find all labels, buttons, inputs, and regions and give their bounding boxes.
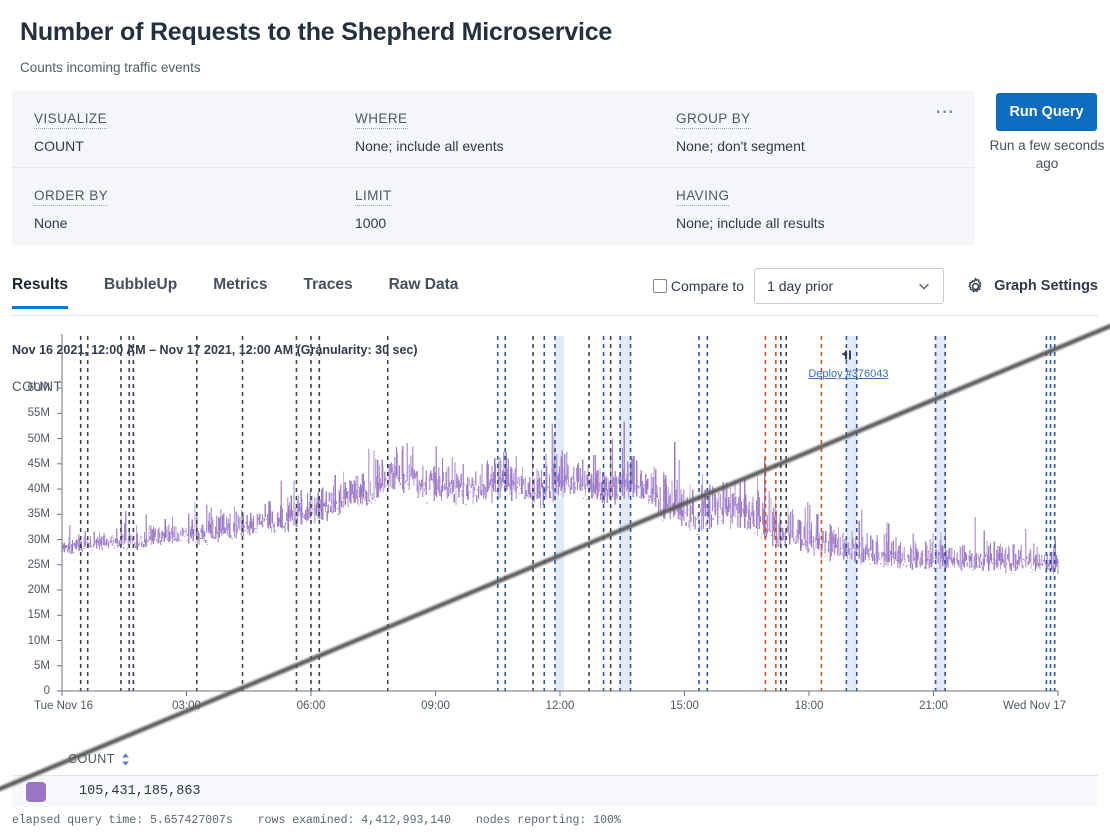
count-chart[interactable]: 0 5M 10M 15M 20M 25M 30M 35M 40M 45M 50M 55M 60M Tue…: [0, 330, 1110, 720]
chart-canvas[interactable]: [0, 330, 1110, 720]
query-row-top: VISUALIZE COUNT WHERE None; include all …: [12, 91, 975, 168]
deploy-pin-icon[interactable]: [841, 348, 855, 358]
x-axis-tick-label: 15:00: [670, 700, 699, 712]
compare-to-checkbox[interactable]: [653, 279, 667, 293]
order-by-value[interactable]: None: [34, 215, 333, 231]
y-axis-tick-label: 60M: [6, 382, 50, 394]
graph-settings-button[interactable]: Graph Settings: [966, 277, 1098, 296]
x-axis-tick-label: Wed Nov 17: [1003, 700, 1066, 712]
tab-bubbleup[interactable]: BubbleUp: [104, 276, 177, 309]
tab-metrics[interactable]: Metrics: [213, 276, 267, 309]
rows-examined: rows examined: 4,412,993,140: [258, 814, 451, 827]
query-cell-order-by: ORDER BY None: [12, 168, 333, 245]
limit-label[interactable]: LIMIT: [355, 188, 392, 206]
legend-column-label: COUNT: [68, 752, 115, 766]
chevron-down-icon: [917, 279, 931, 293]
y-axis-tick-label: 15M: [6, 609, 50, 621]
x-axis-tick-label: Tue Nov 16: [34, 700, 93, 712]
where-label[interactable]: WHERE: [355, 111, 408, 129]
query-footer-stats: elapsed query time: 5.657427007s rows ex…: [12, 814, 639, 827]
sort-arrows-icon: [121, 753, 130, 766]
x-axis-tick-label: 06:00: [297, 700, 326, 712]
y-axis-tick-label: 20M: [6, 584, 50, 596]
x-axis-tick-label: 21:00: [919, 700, 948, 712]
legend-row[interactable]: 105,431,185,863: [12, 776, 1098, 807]
elapsed-query-time: elapsed query time: 5.657427007s: [12, 814, 233, 827]
group-by-value[interactable]: None; don't segment: [676, 138, 975, 154]
legend-count-value: 105,431,185,863: [79, 784, 201, 799]
query-cell-where: WHERE None; include all events: [333, 91, 654, 167]
y-axis-tick-label: 35M: [6, 508, 50, 520]
graph-settings-label: Graph Settings: [994, 278, 1098, 294]
legend-color-swatch: [26, 782, 46, 802]
query-cell-limit: LIMIT 1000: [333, 168, 654, 245]
having-value[interactable]: None; include all results: [676, 215, 975, 231]
having-label[interactable]: HAVING: [676, 188, 729, 206]
query-builder-panel: ⋯ VISUALIZE COUNT WHERE None; include al…: [12, 91, 975, 245]
run-query-timestamp: Run a few seconds ago: [986, 137, 1108, 173]
group-by-label[interactable]: GROUP BY: [676, 111, 751, 129]
compare-period-value: 1 day prior: [767, 278, 833, 294]
page-subtitle: Counts incoming traffic events: [20, 60, 201, 75]
y-axis-tick-label: 5M: [6, 660, 50, 672]
query-cell-having: HAVING None; include all results: [654, 168, 975, 245]
tab-results[interactable]: Results: [12, 276, 68, 309]
y-axis-tick-label: 0: [6, 685, 50, 697]
compare-to-label: Compare to: [671, 278, 744, 294]
visualize-value[interactable]: COUNT: [34, 138, 333, 154]
compare-period-select[interactable]: 1 day prior: [754, 268, 944, 304]
query-row-bottom: ORDER BY None LIMIT 1000 HAVING None; in…: [12, 168, 975, 245]
y-axis-tick-label: 30M: [6, 534, 50, 546]
y-axis-tick-label: 50M: [6, 433, 50, 445]
order-by-label[interactable]: ORDER BY: [34, 188, 108, 206]
y-axis-tick-label: 25M: [6, 559, 50, 571]
deploy-annotation-link[interactable]: Deploy #376043: [808, 368, 888, 380]
query-cell-group-by: GROUP BY None; don't segment: [654, 91, 975, 167]
tab-traces[interactable]: Traces: [303, 276, 352, 309]
where-value[interactable]: None; include all events: [355, 138, 654, 154]
gear-icon: [966, 277, 985, 296]
y-axis-tick-label: 40M: [6, 483, 50, 495]
y-axis-tick-label: 45M: [6, 458, 50, 470]
y-axis-tick-label: 55M: [6, 407, 50, 419]
graph-controls: Compare to 1 day prior Graph Settings: [653, 268, 1098, 304]
nodes-reporting: nodes reporting: 100%: [476, 814, 621, 827]
x-axis-tick-label: 18:00: [795, 700, 824, 712]
x-axis-tick-label: 03:00: [172, 700, 201, 712]
results-tabs-bar: Results BubbleUp Metrics Traces Raw Data…: [12, 276, 1098, 316]
visualize-label[interactable]: VISUALIZE: [34, 111, 107, 129]
y-axis-tick-label: 10M: [6, 635, 50, 647]
tab-raw-data[interactable]: Raw Data: [389, 276, 459, 309]
x-axis-tick-label: 12:00: [546, 700, 575, 712]
page-title: Number of Requests to the Shepherd Micro…: [20, 18, 612, 47]
limit-value[interactable]: 1000: [355, 215, 654, 231]
run-query-button[interactable]: Run Query: [996, 93, 1097, 131]
x-axis-tick-label: 09:00: [421, 700, 450, 712]
legend-column-header[interactable]: COUNT: [68, 752, 130, 766]
query-cell-visualize: VISUALIZE COUNT: [12, 91, 333, 167]
